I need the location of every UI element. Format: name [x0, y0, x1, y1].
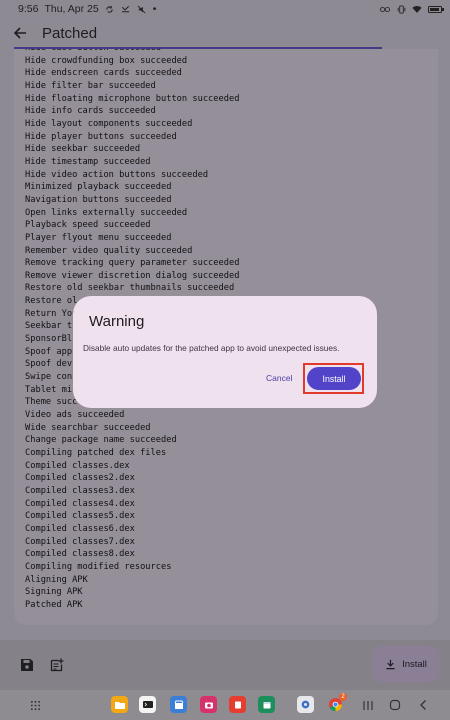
- log-line: Compiling modified resources: [25, 561, 172, 572]
- log-line: Aligning APK: [25, 574, 88, 585]
- chevron-left-icon: [420, 700, 426, 710]
- install-fab[interactable]: Install: [372, 646, 440, 682]
- log-line: Patched APK: [25, 599, 83, 610]
- terminal-icon: [142, 701, 153, 708]
- log-line: Hide video action buttons succeeded: [25, 169, 209, 180]
- log-line: Restore old seekbar thumbnails succeeded: [25, 283, 235, 294]
- sync-icon: [105, 4, 115, 14]
- top-app-bar: Patched: [0, 18, 450, 48]
- status-bar: 9:56 Thu, Apr 25 •: [0, 0, 450, 18]
- mute-icon: [137, 4, 147, 14]
- recents-icon: [363, 700, 373, 710]
- wifi-icon: [412, 4, 422, 14]
- recents-button[interactable]: [360, 697, 376, 713]
- dialog-message: Disable auto updates for the patched app…: [83, 343, 340, 353]
- log-line: Compiled classes3.dex: [25, 485, 135, 496]
- status-time: 9:56: [18, 3, 39, 15]
- download-icon: [386, 659, 395, 669]
- log-line: Signing APK: [25, 587, 83, 598]
- taskbar-terminal-app[interactable]: [139, 696, 156, 713]
- link-icon: [380, 4, 390, 14]
- install-button[interactable]: Install: [307, 367, 361, 390]
- log-line: Hide info cards succeeded: [25, 106, 156, 117]
- arrow-left-icon: [13, 27, 26, 39]
- note-add-icon: [50, 658, 64, 672]
- store-icon: [174, 700, 183, 709]
- log-line: Navigation buttons succeeded: [25, 194, 172, 205]
- cancel-button[interactable]: Cancel: [266, 373, 292, 383]
- calendar-icon: [263, 701, 270, 708]
- camera-icon: [204, 702, 213, 708]
- log-line: Compiling patched dex files: [25, 448, 167, 458]
- home-icon: [389, 699, 401, 711]
- log-line: Open links externally succeeded: [25, 207, 188, 218]
- log-line: Remove tracking query parameter succeede…: [25, 258, 240, 269]
- taskbar-files-app[interactable]: [111, 696, 128, 713]
- log-line: Minimized playback succeeded: [25, 182, 172, 193]
- taskbar-calendar-app[interactable]: [258, 696, 275, 713]
- status-date: Thu, Apr 25: [44, 3, 99, 15]
- notification-dot: •: [152, 3, 157, 15]
- log-line: Video ads succeeded: [25, 410, 125, 421]
- battery-icon: [428, 5, 444, 13]
- log-line: Hide filter bar succeeded: [25, 80, 156, 91]
- warning-dialog: Warning Disable auto updates for the pat…: [73, 296, 377, 408]
- log-line: Compiled classes5.dex: [25, 511, 135, 522]
- save-log-button[interactable]: [15, 653, 39, 677]
- log-line: Wide searchbar succeeded: [25, 422, 151, 433]
- log-line: Remove viewer discretion dialog succeede…: [25, 270, 240, 281]
- app-drawer-button[interactable]: [27, 697, 43, 713]
- taskbar-notes-app[interactable]: [229, 696, 246, 713]
- note-icon: [234, 701, 241, 708]
- log-line: Compiled classes4.dex: [25, 498, 135, 509]
- back-button[interactable]: [10, 23, 30, 43]
- status-right: [380, 4, 444, 14]
- add-note-button[interactable]: [45, 653, 69, 677]
- log-line: Hide crowdfunding box succeeded: [25, 55, 188, 66]
- log-line: Hide floating microphone button succeede…: [25, 93, 240, 104]
- log-line: Remember video quality succeeded: [25, 245, 193, 256]
- log-line: Compiled classes.dex: [25, 460, 130, 471]
- log-line: Compiled classes7.dex: [25, 536, 135, 547]
- taskbar-store-app[interactable]: [170, 696, 187, 713]
- taskbar: [0, 690, 450, 720]
- home-button[interactable]: [387, 697, 403, 713]
- log-line: Compiled classes6.dex: [25, 523, 135, 534]
- taskbar-settings-app[interactable]: [297, 696, 314, 713]
- vibrate-icon: [396, 4, 406, 14]
- log-line: Compiled classes2.dex: [25, 473, 135, 484]
- log-line: Player flyout menu succeeded: [25, 232, 172, 243]
- log-line: Playback speed succeeded: [25, 220, 151, 231]
- dialog-title: Warning: [89, 313, 145, 330]
- install-fab-label: Install: [402, 658, 427, 670]
- status-left: 9:56 Thu, Apr 25 •: [18, 3, 156, 15]
- page-title: Patched: [42, 24, 98, 42]
- nav-back-button[interactable]: [415, 697, 431, 713]
- log-line: Hide seekbar succeeded: [25, 144, 141, 155]
- missed-call-icon: [121, 4, 131, 14]
- folder-icon: [114, 701, 125, 709]
- log-line: Compiled classes8.dex: [25, 549, 135, 560]
- grid-icon: [30, 700, 40, 710]
- chrome-badge: 2: [339, 693, 347, 701]
- log-line: Change package name succeeded: [25, 435, 177, 446]
- log-line: Hide layout components succeeded: [25, 118, 193, 129]
- save-icon: [21, 659, 33, 671]
- log-line: Hide timestamp succeeded: [25, 156, 151, 167]
- gear-icon: [301, 700, 310, 709]
- taskbar-camera-app[interactable]: [200, 696, 217, 713]
- log-line: Hide endscreen cards succeeded: [25, 68, 182, 79]
- log-line: Hide player buttons succeeded: [25, 131, 177, 142]
